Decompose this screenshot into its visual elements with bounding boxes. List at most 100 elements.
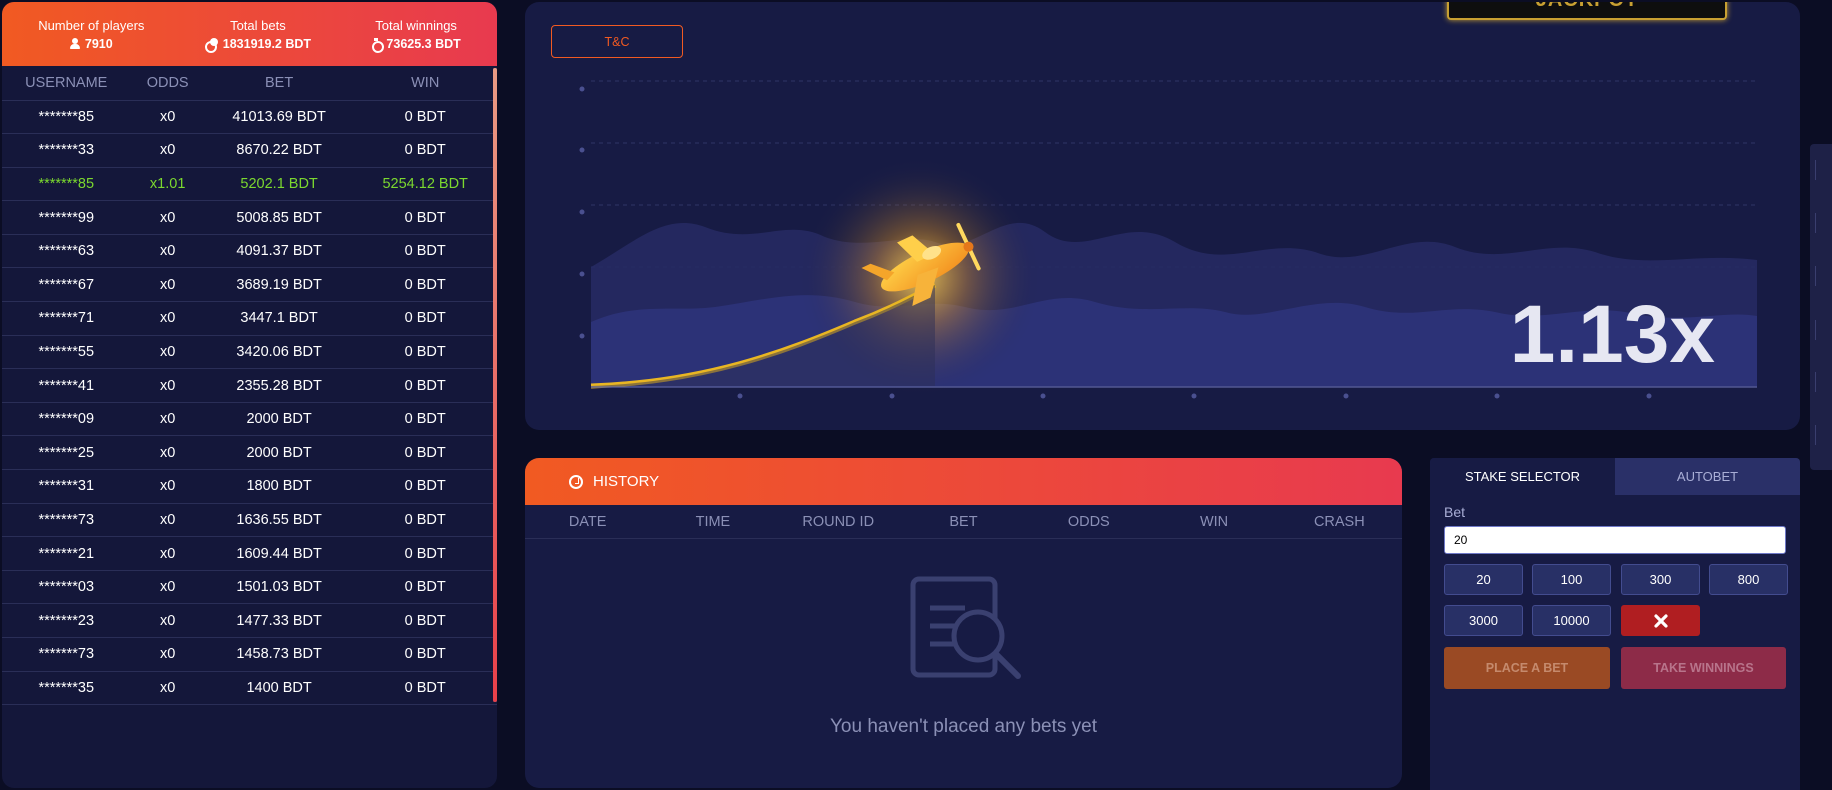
history-col-odds: ODDS: [1067, 513, 1110, 530]
player-odds: x0: [130, 234, 205, 269]
player-bet: 1400 BDT: [204, 671, 354, 706]
game-area: T&C JACKPOT 1.13x: [525, 2, 1800, 430]
stat-bets: Total bets 1831919.2 BDT: [204, 17, 312, 53]
stat-winnings-value: 73625.3 BDT: [386, 36, 461, 51]
player-username: *******67: [2, 267, 131, 303]
player-username: *******21: [2, 536, 131, 571]
clear-bet-button[interactable]: [1621, 605, 1700, 636]
stat-bets-label: Total bets: [230, 17, 286, 33]
player-win: 0 BDT: [353, 402, 497, 437]
close-icon: [1653, 613, 1668, 628]
player-row: *******85 x0 41013.69 BDT 0 BDT: [2, 100, 497, 135]
player-win: 5254.12 BDT: [353, 167, 497, 202]
side-toolbar-button-1[interactable]: [1815, 160, 1832, 180]
player-odds: x0: [130, 435, 205, 471]
flight-chart: [579, 80, 1757, 399]
user-icon: [69, 38, 80, 49]
chip-300[interactable]: 300: [1621, 564, 1700, 595]
terms-button[interactable]: T&C: [551, 25, 683, 58]
player-row: *******21 x0 1609.44 BDT 0 BDT: [2, 536, 497, 571]
player-row: *******33 x0 8670.22 BDT 0 BDT: [2, 133, 497, 168]
tab-stake-selector[interactable]: STAKE SELECTOR: [1430, 458, 1615, 495]
players-scrollbar[interactable]: [493, 68, 497, 702]
jackpot-banner[interactable]: JACKPOT: [1447, 2, 1727, 20]
player-username: *******71: [2, 301, 131, 336]
x-axis-dots: [737, 393, 1652, 399]
player-bet: 1501.03 BDT: [204, 570, 354, 605]
history-col-crash: CRASH: [1313, 513, 1365, 530]
player-odds: x0: [130, 637, 205, 672]
history-col-bet: BET: [949, 513, 978, 530]
chip-800[interactable]: 800: [1709, 564, 1788, 595]
players-panel: Number of players 7910 Total bets 183191…: [2, 2, 497, 788]
player-username: *******73: [2, 637, 131, 672]
player-odds: x0: [130, 503, 205, 538]
side-toolbar-button-5[interactable]: [1815, 372, 1832, 392]
player-odds: x0: [130, 301, 205, 336]
stat-bets-value: 1831919.2 BDT: [222, 36, 312, 51]
player-odds: x0: [130, 671, 205, 706]
player-row: *******63 x0 4091.37 BDT 0 BDT: [2, 234, 497, 269]
history-columns: DATE TIME ROUND ID BET ODDS WIN CRASH: [525, 505, 1402, 539]
player-odds: x0: [130, 267, 205, 303]
player-win: 0 BDT: [353, 637, 497, 672]
player-username: *******35: [2, 671, 131, 706]
side-toolbar-button-3[interactable]: [1815, 266, 1832, 286]
player-username: *******85: [2, 100, 131, 135]
player-username: *******73: [2, 503, 131, 538]
y-axis-dots: [579, 86, 585, 339]
history-empty-text: You haven't placed any bets yet: [829, 716, 1097, 737]
stat-winnings-label: Total winnings: [375, 17, 457, 33]
player-bet: 2000 BDT: [204, 435, 354, 471]
player-row: *******73 x0 1636.55 BDT 0 BDT: [2, 503, 497, 538]
player-bet: 3420.06 BDT: [204, 335, 354, 370]
player-odds: x0: [130, 200, 205, 235]
header-odds: ODDS: [130, 66, 205, 101]
money-bag-icon: [371, 38, 385, 53]
players-scrollbar-thumb[interactable]: [493, 68, 497, 702]
chip-20[interactable]: 20: [1444, 564, 1523, 595]
document-search-icon: [910, 576, 1021, 679]
side-toolbar-button-6[interactable]: [1815, 425, 1832, 445]
player-odds: x0: [130, 335, 205, 370]
player-bet: 5202.1 BDT: [204, 167, 354, 202]
history-panel: HISTORY DATE TIME ROUND ID BET ODDS WIN …: [525, 458, 1402, 788]
history-col-round-id: ROUND ID: [802, 513, 875, 530]
player-bet: 41013.69 BDT: [204, 100, 354, 135]
tab-autobet[interactable]: AUTOBET: [1615, 458, 1800, 495]
player-win: 0 BDT: [353, 570, 497, 605]
player-odds: x0: [130, 368, 205, 403]
history-col-win: WIN: [1199, 513, 1229, 530]
player-row: *******71 x0 3447.1 BDT 0 BDT: [2, 301, 497, 336]
player-odds: x0: [130, 603, 205, 638]
player-odds: x1.01: [130, 167, 205, 202]
player-win: 0 BDT: [353, 200, 497, 235]
player-win: 0 BDT: [353, 671, 497, 706]
stat-winnings: Total winnings 73625.3 BDT: [371, 17, 461, 53]
bet-label: Bet: [1444, 504, 1466, 520]
place-bet-button[interactable]: PLACE A BET: [1444, 647, 1610, 689]
chip-10000[interactable]: 10000: [1532, 605, 1611, 636]
player-bet: 4091.37 BDT: [204, 234, 354, 269]
take-winnings-button[interactable]: TAKE WINNINGS: [1621, 647, 1786, 689]
history-col-date: DATE: [568, 513, 607, 530]
player-win: 0 BDT: [353, 133, 497, 168]
side-toolbar-button-2[interactable]: [1815, 213, 1832, 233]
player-row: *******41 x0 2355.28 BDT 0 BDT: [2, 368, 497, 403]
chip-100[interactable]: 100: [1532, 564, 1611, 595]
player-win: 0 BDT: [353, 100, 497, 135]
player-bet: 3689.19 BDT: [204, 267, 354, 303]
player-odds: x0: [130, 536, 205, 571]
coins-icon: [204, 38, 218, 53]
player-row: *******03 x0 1501.03 BDT 0 BDT: [2, 570, 497, 605]
stat-players-value: 7910: [84, 36, 113, 51]
side-toolbar-button-4[interactable]: [1815, 320, 1832, 340]
player-odds: x0: [130, 133, 205, 168]
history-col-time: TIME: [695, 513, 731, 530]
player-bet: 2355.28 BDT: [204, 368, 354, 403]
header-bet: BET: [204, 66, 354, 101]
player-win: 0 BDT: [353, 603, 497, 638]
chip-3000[interactable]: 3000: [1444, 605, 1523, 636]
bet-amount-input[interactable]: [1444, 526, 1786, 554]
player-odds: x0: [130, 570, 205, 605]
